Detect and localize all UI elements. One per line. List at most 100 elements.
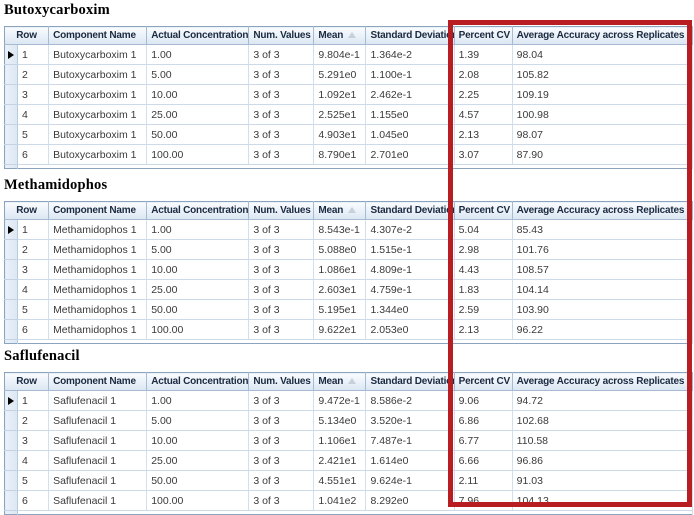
cell-mean[interactable]: 8.543e-1	[314, 220, 366, 240]
cell-cv[interactable]: 2.25	[454, 85, 512, 105]
cell-acc[interactable]: 104.13	[512, 491, 692, 511]
cell-conc[interactable]: 100.00	[147, 320, 249, 340]
row-selector[interactable]	[5, 105, 18, 125]
cell-cv[interactable]: 3.07	[454, 145, 512, 165]
column-header-component[interactable]: Component Name	[49, 202, 147, 220]
cell-sd[interactable]: 1.515e-1	[366, 240, 454, 260]
cell-mean[interactable]: 2.421e1	[314, 451, 366, 471]
cell-component[interactable]: Saflufenacil 1	[49, 411, 147, 431]
column-header-sd[interactable]: Standard Deviation	[366, 373, 454, 391]
cell-component[interactable]: Butoxycarboxim 1	[49, 85, 147, 105]
column-header-cv[interactable]: Percent CV	[454, 373, 512, 391]
cell-mean[interactable]: 9.472e-1	[314, 391, 366, 411]
cell-sd[interactable]: 8.292e0	[366, 491, 454, 511]
table-row[interactable]: 3Saflufenacil 110.003 of 31.106e17.487e-…	[5, 431, 693, 451]
cell-row[interactable]: 6	[18, 320, 49, 340]
table-row[interactable]: 4Butoxycarboxim 125.003 of 32.525e11.155…	[5, 105, 693, 125]
column-header-row[interactable]: Row	[5, 27, 49, 45]
cell-conc[interactable]: 5.00	[147, 411, 249, 431]
cell-mean[interactable]: 4.903e1	[314, 125, 366, 145]
cell-row[interactable]: 4	[18, 280, 49, 300]
column-header-sd[interactable]: Standard Deviation	[366, 202, 454, 220]
cell-num[interactable]: 3 of 3	[249, 240, 314, 260]
cell-row[interactable]: 2	[18, 65, 49, 85]
cell-acc[interactable]: 103.90	[512, 300, 692, 320]
cell-num[interactable]: 3 of 3	[249, 431, 314, 451]
row-selector[interactable]	[5, 220, 18, 240]
cell-component[interactable]: Saflufenacil 1	[49, 451, 147, 471]
row-selector[interactable]	[5, 260, 18, 280]
row-selector[interactable]	[5, 391, 18, 411]
cell-conc[interactable]: 10.00	[147, 85, 249, 105]
cell-row[interactable]: 5	[18, 471, 49, 491]
cell-cv[interactable]: 4.57	[454, 105, 512, 125]
cell-mean[interactable]: 9.622e1	[314, 320, 366, 340]
cell-cv[interactable]: 2.13	[454, 125, 512, 145]
cell-conc[interactable]: 25.00	[147, 451, 249, 471]
cell-num[interactable]: 3 of 3	[249, 125, 314, 145]
cell-row[interactable]: 1	[18, 45, 49, 65]
cell-num[interactable]: 3 of 3	[249, 451, 314, 471]
cell-sd[interactable]: 1.344e0	[366, 300, 454, 320]
cell-acc[interactable]: 102.68	[512, 411, 692, 431]
table-row[interactable]: 3Methamidophos 110.003 of 31.086e14.809e…	[5, 260, 693, 280]
cell-cv[interactable]: 7.96	[454, 491, 512, 511]
column-header-mean[interactable]: Mean	[314, 373, 366, 391]
cell-sd[interactable]: 2.053e0	[366, 320, 454, 340]
row-selector[interactable]	[5, 65, 18, 85]
column-header-cv[interactable]: Percent CV	[454, 202, 512, 220]
cell-cv[interactable]: 1.39	[454, 45, 512, 65]
cell-num[interactable]: 3 of 3	[249, 320, 314, 340]
row-selector[interactable]	[5, 491, 18, 511]
cell-mean[interactable]: 8.790e1	[314, 145, 366, 165]
cell-conc[interactable]: 1.00	[147, 391, 249, 411]
cell-cv[interactable]: 2.13	[454, 320, 512, 340]
cell-row[interactable]: 1	[18, 220, 49, 240]
cell-row[interactable]: 5	[18, 125, 49, 145]
cell-sd[interactable]: 1.155e0	[366, 105, 454, 125]
cell-sd[interactable]: 1.364e-2	[366, 45, 454, 65]
cell-component[interactable]: Saflufenacil 1	[49, 491, 147, 511]
table-row[interactable]: 6Saflufenacil 1100.003 of 31.041e28.292e…	[5, 491, 693, 511]
cell-conc[interactable]: 100.00	[147, 491, 249, 511]
column-header-conc[interactable]: Actual Concentration	[147, 373, 249, 391]
cell-conc[interactable]: 25.00	[147, 280, 249, 300]
cell-row[interactable]: 3	[18, 85, 49, 105]
column-header-component[interactable]: Component Name	[49, 373, 147, 391]
cell-num[interactable]: 3 of 3	[249, 260, 314, 280]
column-header-num[interactable]: Num. Values	[249, 27, 314, 45]
cell-acc[interactable]: 109.19	[512, 85, 692, 105]
cell-mean[interactable]: 5.088e0	[314, 240, 366, 260]
cell-sd[interactable]: 7.487e-1	[366, 431, 454, 451]
cell-cv[interactable]: 5.04	[454, 220, 512, 240]
cell-acc[interactable]: 96.22	[512, 320, 692, 340]
cell-sd[interactable]: 2.701e0	[366, 145, 454, 165]
cell-acc[interactable]: 87.90	[512, 145, 692, 165]
cell-cv[interactable]: 6.77	[454, 431, 512, 451]
table-row[interactable]: 6Methamidophos 1100.003 of 39.622e12.053…	[5, 320, 693, 340]
cell-row[interactable]: 3	[18, 431, 49, 451]
cell-acc[interactable]: 105.82	[512, 65, 692, 85]
cell-sd[interactable]: 4.809e-1	[366, 260, 454, 280]
cell-acc[interactable]: 94.72	[512, 391, 692, 411]
cell-num[interactable]: 3 of 3	[249, 105, 314, 125]
cell-mean[interactable]: 5.134e0	[314, 411, 366, 431]
cell-num[interactable]: 3 of 3	[249, 491, 314, 511]
cell-component[interactable]: Butoxycarboxim 1	[49, 45, 147, 65]
row-selector[interactable]	[5, 431, 18, 451]
table-row[interactable]: 5Methamidophos 150.003 of 35.195e11.344e…	[5, 300, 693, 320]
cell-row[interactable]: 4	[18, 451, 49, 471]
cell-mean[interactable]: 5.291e0	[314, 65, 366, 85]
cell-sd[interactable]: 3.520e-1	[366, 411, 454, 431]
cell-acc[interactable]: 101.76	[512, 240, 692, 260]
cell-num[interactable]: 3 of 3	[249, 85, 314, 105]
cell-num[interactable]: 3 of 3	[249, 300, 314, 320]
column-header-num[interactable]: Num. Values	[249, 202, 314, 220]
row-selector[interactable]	[5, 45, 18, 65]
column-header-acc[interactable]: Average Accuracy across Replicates	[512, 373, 692, 391]
cell-row[interactable]: 4	[18, 105, 49, 125]
cell-acc[interactable]: 110.58	[512, 431, 692, 451]
cell-acc[interactable]: 85.43	[512, 220, 692, 240]
column-header-row[interactable]: Row	[5, 373, 49, 391]
cell-sd[interactable]: 8.586e-2	[366, 391, 454, 411]
